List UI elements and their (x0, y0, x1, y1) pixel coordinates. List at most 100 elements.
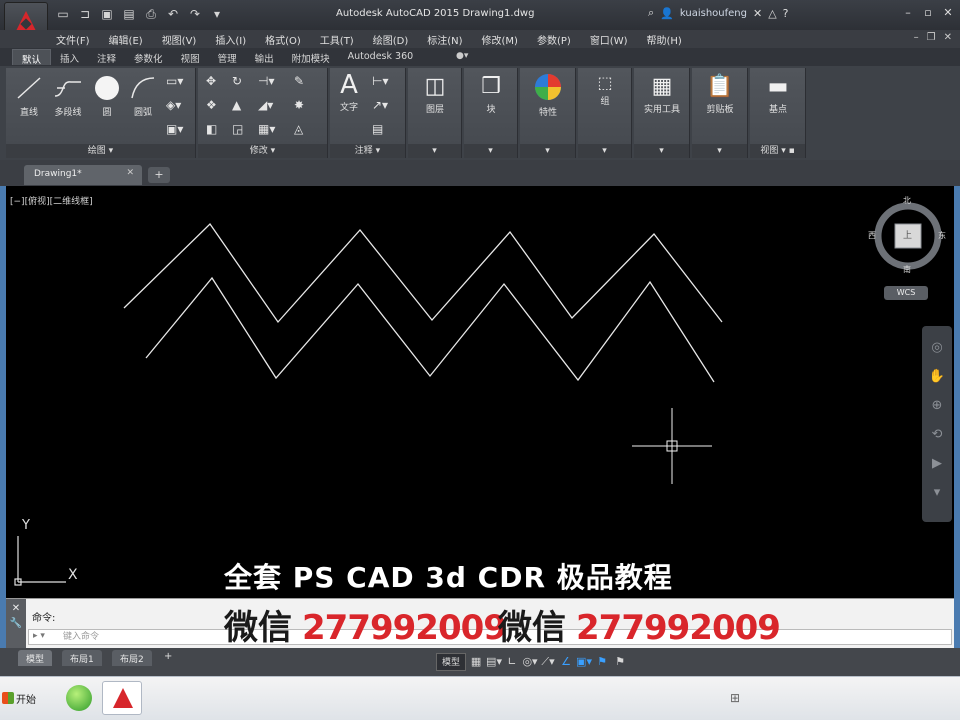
start-button[interactable]: 开始 (2, 687, 46, 709)
tab-insert[interactable]: 插入 (51, 49, 88, 65)
clipboard-expand-icon[interactable]: ▾ (692, 144, 747, 158)
hatch-icon[interactable]: ◈▾ (166, 98, 181, 112)
showmotion-icon[interactable]: ▶ (922, 456, 952, 471)
user-name[interactable]: kuaishoufeng (680, 8, 747, 19)
object-snap-tracking-icon[interactable]: ∠ (558, 653, 574, 671)
pan-icon[interactable]: ✋ (922, 369, 952, 384)
file-tab-close-icon[interactable]: ✕ (126, 168, 134, 178)
annotation-visibility-icon[interactable]: ⚑ (612, 653, 628, 671)
new-file-icon[interactable]: ▭ (54, 6, 72, 22)
compass-south[interactable]: 南 (903, 264, 911, 275)
taskbar-app-green-icon[interactable] (60, 681, 100, 715)
tab-view[interactable]: 视图 (172, 49, 209, 65)
redo-icon[interactable]: ↷ (186, 6, 204, 22)
tab-home[interactable]: 默认 (12, 49, 52, 66)
compass-west[interactable]: 西 (868, 230, 876, 241)
rectangle-icon[interactable]: ▭▾ (166, 74, 183, 88)
polar-icon[interactable]: ◎▾ (522, 653, 538, 671)
drawing-canvas[interactable]: [−][俯视][二维线框] Y X 北 南 东 西 上 WCS ◎ ✋ ⊕ ⟲ … (6, 186, 954, 598)
user-icon[interactable]: 👤 (660, 7, 674, 20)
utilities-tool[interactable]: ▦ 实用工具 (638, 72, 686, 115)
exchange-icon[interactable]: ✕ (753, 7, 762, 20)
help-icon[interactable]: ? (783, 7, 789, 20)
move-icon[interactable]: ✥ (206, 74, 216, 88)
model-space-button[interactable]: 模型 (436, 653, 467, 671)
tab-autodesk360[interactable]: Autodesk 360 (339, 49, 423, 65)
command-close-icon[interactable]: ✕ (6, 603, 26, 614)
layout-tab-layout2[interactable]: 布局2 (112, 650, 152, 666)
copy-icon[interactable]: ❖ (206, 98, 217, 112)
menu-insert[interactable]: 插入(I) (215, 32, 246, 47)
maximize-icon[interactable]: ▫ (922, 6, 934, 19)
modify-panel-footer[interactable]: 修改 ▾ (198, 144, 327, 158)
base-view-tool[interactable]: ▬ 基点 (754, 72, 802, 115)
undo-icon[interactable]: ↶ (164, 6, 182, 22)
wcs-menu[interactable]: WCS (884, 286, 928, 300)
ortho-icon[interactable]: ∟ (504, 653, 520, 671)
annotation-panel-footer[interactable]: 注释 ▾ (330, 144, 405, 158)
tab-parametric[interactable]: 参数化 (125, 49, 172, 65)
qat-dropdown-icon[interactable]: ▾ (208, 6, 226, 22)
doc-close-icon[interactable]: ✕ (944, 32, 952, 43)
isodraft-icon[interactable]: ⟋▾ (540, 653, 556, 671)
menu-draw[interactable]: 绘图(D) (373, 32, 409, 47)
command-recent-icon[interactable]: ▸ ▾ (33, 631, 45, 641)
layout-tab-model[interactable]: 模型 (18, 650, 53, 666)
trim-icon[interactable]: ⊣▾ (258, 74, 274, 88)
menu-view[interactable]: 视图(V) (162, 32, 197, 47)
save-icon[interactable]: ▣ (98, 6, 116, 22)
region-icon[interactable]: ▣▾ (166, 122, 183, 136)
menu-tools[interactable]: 工具(T) (320, 32, 354, 47)
menu-dimension[interactable]: 标注(N) (427, 32, 462, 47)
properties-tool[interactable]: 特性 (524, 72, 572, 118)
ribbon-minimize-toggle-icon[interactable]: ●▾ (456, 51, 468, 61)
offset-icon[interactable]: ◬ (294, 122, 303, 136)
command-settings-icon[interactable]: 🔧 (6, 618, 26, 629)
properties-expand-icon[interactable]: ▾ (520, 144, 575, 158)
print-icon[interactable]: ⎙ (142, 6, 160, 22)
group-tool[interactable]: ⬚ 组 (582, 72, 628, 107)
binoculars-icon[interactable]: ⌕ (648, 6, 654, 20)
block-tool[interactable]: ❒ 块 (468, 72, 514, 115)
array-icon[interactable]: ▦▾ (258, 122, 275, 136)
object-snap-icon[interactable]: ▣▾ (576, 653, 592, 671)
block-expand-icon[interactable]: ▾ (464, 144, 517, 158)
layout-tab-layout1[interactable]: 布局1 (62, 650, 102, 666)
circle-tool[interactable]: 圆 (90, 74, 124, 118)
arc-tool[interactable]: 圆弧 (126, 74, 160, 118)
menu-modify[interactable]: 修改(M) (482, 32, 518, 47)
menu-format[interactable]: 格式(O) (265, 32, 301, 47)
tab-annotate[interactable]: 注释 (88, 49, 125, 65)
leader-icon[interactable]: ↗▾ (372, 98, 388, 112)
menu-edit[interactable]: 编辑(E) (109, 32, 143, 47)
tab-output[interactable]: 输出 (246, 49, 283, 65)
orbit-icon[interactable]: ⟲ (922, 427, 952, 442)
groups-expand-icon[interactable]: ▾ (578, 144, 631, 158)
text-tool[interactable]: A 文字 (332, 70, 366, 113)
mirror-icon[interactable]: ▲ (232, 98, 241, 112)
tab-addins[interactable]: 附加模块 (283, 49, 339, 65)
stretch-icon[interactable]: ◧ (206, 122, 217, 136)
view-panel-footer[interactable]: 视图 ▾ ▪ (750, 144, 805, 158)
annotation-scale-icon[interactable]: ⚑ (594, 653, 610, 671)
layers-expand-icon[interactable]: ▾ (408, 144, 461, 158)
autodesk-a360-icon[interactable]: △ (768, 7, 776, 20)
polyline-tool[interactable]: 多段线 (48, 74, 88, 118)
viewcube[interactable]: 北 南 东 西 上 (868, 195, 946, 275)
file-tab-drawing1[interactable]: Drawing1* ✕ (24, 165, 142, 185)
minimize-icon[interactable]: – (902, 6, 914, 19)
menu-file[interactable]: 文件(F) (56, 32, 90, 47)
doc-minimize-icon[interactable]: – (914, 32, 919, 43)
system-tray-icon[interactable]: ⊞ (730, 691, 740, 705)
line-tool[interactable]: 直线 (12, 74, 46, 118)
viewcube-face-top[interactable]: 上 (903, 228, 912, 241)
fillet-icon[interactable]: ◢▾ (258, 98, 273, 112)
compass-north[interactable]: 北 (903, 195, 911, 206)
new-tab-button[interactable]: + (148, 167, 170, 183)
clipboard-tool[interactable]: 📋 剪贴板 (696, 72, 744, 115)
layers-tool[interactable]: ◫ 图层 (412, 72, 458, 115)
table-icon[interactable]: ▤ (372, 122, 383, 136)
utilities-expand-icon[interactable]: ▾ (634, 144, 689, 158)
menu-help[interactable]: 帮助(H) (647, 32, 682, 47)
zoom-extents-icon[interactable]: ⊕ (922, 398, 952, 413)
